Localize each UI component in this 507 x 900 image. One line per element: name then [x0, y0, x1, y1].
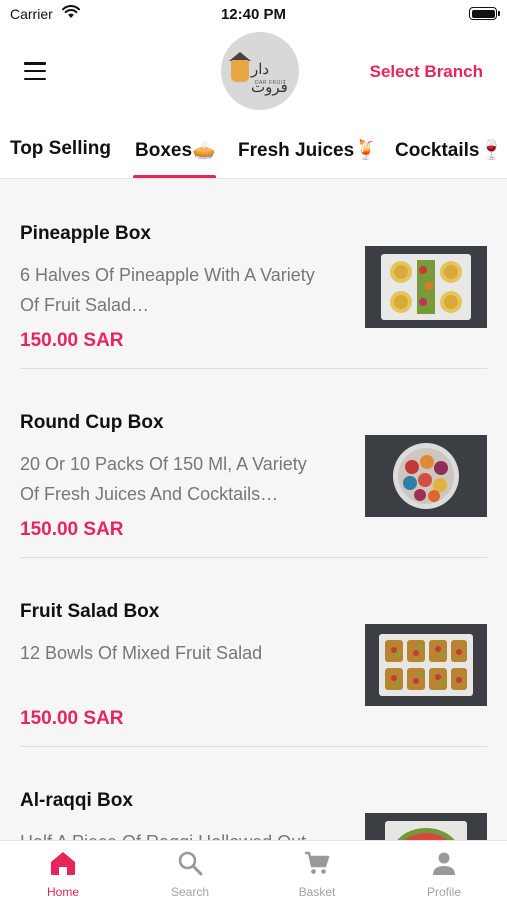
nav-search-label: Search	[170, 885, 210, 899]
product-description: 12 Bowls Of Mixed Fruit Salad	[20, 643, 263, 663]
product-price: 150.00 SAR	[20, 519, 124, 540]
select-branch-button[interactable]: Select Branch	[370, 62, 483, 82]
round-cup-box-image	[365, 435, 487, 517]
product-title: Round Cup Box	[20, 412, 164, 433]
nav-home-label: Home	[46, 885, 79, 899]
fruit-salad-box-image	[365, 624, 487, 706]
bottom-tab-bar: Home Search Basket Profile	[0, 840, 507, 900]
tab-top-selling[interactable]: Top Selling	[10, 138, 111, 160]
product-card[interactable]: Pineapple Box 6 Halves Of Pineapple With…	[20, 180, 487, 369]
product-description: Half A Piece Of Raqqi Hollowed Out	[20, 827, 350, 840]
product-list[interactable]: Pineapple Box 6 Halves Of Pineapple With…	[0, 180, 507, 840]
tab-boxes[interactable]: Boxes🥧	[135, 138, 216, 162]
nav-basket-label: Basket	[298, 885, 336, 899]
tab-fresh-juices[interactable]: Fresh Juices🍹	[238, 138, 378, 162]
battery-icon	[469, 7, 500, 20]
home-icon	[51, 852, 75, 875]
dar-fruit-logo: دار فروت DAR FRUIT	[221, 32, 299, 110]
product-description: 6 Halves Of Pineapple With A Variety Of F…	[20, 265, 315, 315]
nav-home[interactable]: Home	[0, 841, 126, 900]
nav-basket[interactable]: Basket	[254, 841, 380, 900]
product-card[interactable]: Round Cup Box 20 Or 10 Packs Of 150 Ml, …	[20, 369, 487, 558]
product-card[interactable]: Fruit Salad Box 12 Bowls Of Mixed Fruit …	[20, 558, 487, 747]
status-bar: Carrier 12:40 PM	[0, 0, 507, 28]
product-price: 150.00 SAR	[20, 330, 124, 351]
nav-search[interactable]: Search	[127, 841, 253, 900]
product-title: Fruit Salad Box	[20, 601, 160, 622]
nav-profile-label: Profile	[426, 885, 461, 899]
pineapple-box-image	[365, 246, 487, 328]
product-title: Pineapple Box	[20, 223, 151, 244]
logo-subtext: DAR FRUIT	[255, 80, 287, 86]
tab-cocktails[interactable]: Cocktails🍷	[395, 138, 503, 162]
app-header: دار فروت DAR FRUIT Select Branch	[0, 28, 507, 122]
product-card[interactable]: Al-raqqi Box Half A Piece Of Raqqi Hollo…	[20, 747, 487, 840]
cart-icon	[305, 851, 330, 874]
logo-text: دار فروت	[251, 60, 288, 96]
status-time: 12:40 PM	[220, 6, 287, 23]
search-icon	[178, 851, 203, 876]
active-tab-indicator	[133, 175, 216, 178]
product-description: 20 Or 10 Packs Of 150 Ml, A Variety Of Fr…	[20, 454, 307, 504]
nav-profile[interactable]: Profile	[381, 841, 507, 900]
product-title: Al-raqqi Box	[20, 790, 133, 811]
person-icon	[433, 852, 455, 875]
product-price: 150.00 SAR	[20, 708, 124, 729]
category-tabs: Top Selling Boxes🥧 Fresh Juices🍹 Cocktai…	[0, 122, 507, 179]
hamburger-menu-icon[interactable]	[24, 62, 46, 80]
al-raqqi-box-image	[365, 813, 487, 840]
